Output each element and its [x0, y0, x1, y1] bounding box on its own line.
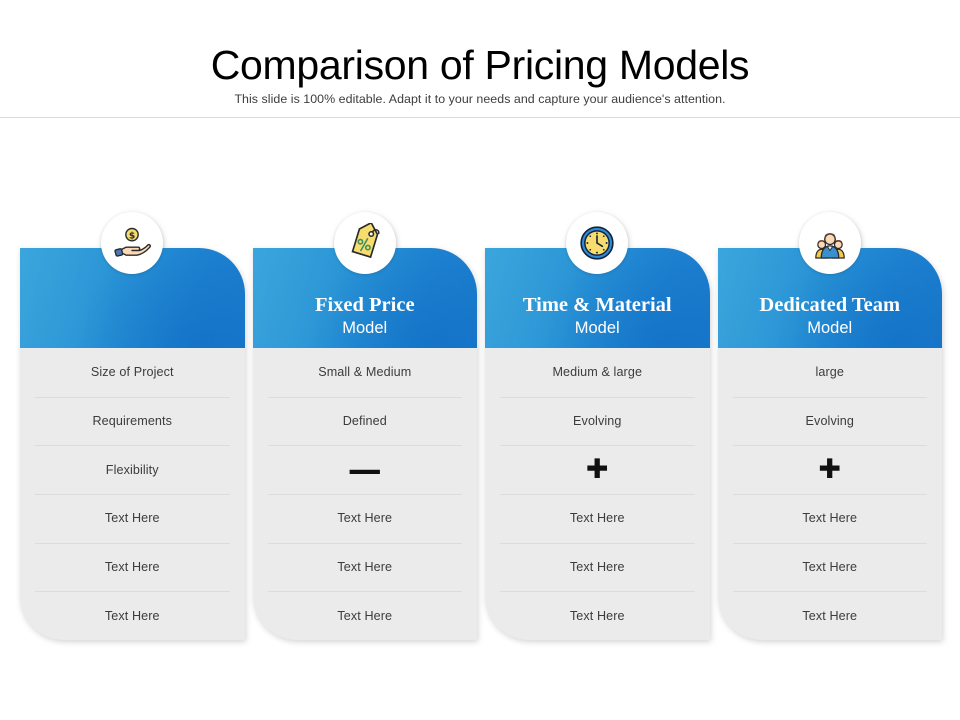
row-value: Size of Project	[90, 365, 174, 380]
plus-symbol: ✚	[585, 454, 609, 486]
table-row: Small & Medium	[265, 348, 466, 397]
table-row: Text Here	[497, 494, 698, 543]
card-title-wrap-3: Time & Material Model	[485, 294, 710, 339]
row-value: Text Here	[802, 511, 858, 526]
table-row: Text Here	[730, 494, 931, 543]
table-row: Text Here	[32, 494, 233, 543]
minus-symbol: —	[347, 449, 382, 490]
pricing-card-2[interactable]: Fixed Price Model Small & Medium Defined…	[252, 212, 478, 640]
row-value: Text Here	[337, 560, 393, 575]
card-title: Dedicated Team	[759, 294, 901, 317]
table-row: Text Here	[730, 591, 931, 640]
table-row: Text Here	[730, 542, 931, 592]
table-row: Text Here	[497, 591, 698, 640]
title-divider	[0, 117, 960, 118]
table-row: large	[730, 348, 931, 397]
svg-text:$: $	[129, 231, 135, 242]
row-value: Evolving	[573, 414, 622, 428]
card-body-2: Small & Medium Defined — Text Here Text …	[252, 348, 477, 640]
row-value: Text Here	[104, 608, 160, 623]
table-row: Text Here	[32, 591, 233, 640]
title-block: Comparison of Pricing Models This slide …	[0, 42, 960, 107]
card-body-1: Size of Project Requirements Flexibility…	[20, 348, 245, 640]
row-value: Small & Medium	[318, 365, 412, 380]
card-title-wrap-4: Dedicated Team Model	[718, 294, 943, 339]
table-row: Text Here	[265, 542, 466, 592]
row-value: Requirements	[92, 414, 173, 428]
card-title-wrap-1	[20, 338, 245, 339]
table-row: Text Here	[497, 542, 698, 592]
row-value: Defined	[342, 414, 387, 428]
row-value: Flexibility	[105, 462, 159, 477]
row-value: Text Here	[802, 608, 858, 623]
hand-coin-icon: $	[101, 212, 164, 274]
team-icon	[798, 212, 861, 274]
row-value: large	[815, 365, 844, 380]
table-row: Text Here	[265, 494, 466, 543]
row-value: Text Here	[802, 560, 858, 575]
table-row: Medium & large	[497, 348, 698, 397]
row-value: Text Here	[104, 511, 160, 526]
clock-icon	[566, 212, 629, 274]
table-row: Defined	[265, 396, 466, 446]
card-title: Fixed Price	[314, 294, 415, 317]
card-subtitle: Model	[807, 319, 853, 338]
card-body-3: Medium & large Evolving ✚ Text Here Text…	[485, 348, 710, 640]
row-value: Text Here	[104, 560, 160, 575]
table-row: Flexibility	[32, 445, 233, 494]
table-row: —	[265, 445, 466, 494]
table-row: Evolving	[497, 396, 698, 446]
card-body-4: large Evolving ✚ Text Here Text Here Tex…	[717, 348, 942, 640]
slide: Comparison of Pricing Models This slide …	[0, 0, 960, 720]
pricing-model-cards: $ Size of Project Requirements Flexibili…	[20, 212, 943, 640]
page-title: Comparison of Pricing Models	[210, 42, 750, 88]
card-subtitle: Model	[342, 319, 388, 338]
row-value: Text Here	[337, 608, 393, 623]
row-value: Text Here	[337, 511, 393, 526]
table-row: Requirements	[32, 396, 233, 446]
pricing-card-1[interactable]: $ Size of Project Requirements Flexibili…	[20, 212, 245, 640]
table-row: Text Here	[32, 542, 233, 592]
page-subtitle: This slide is 100% editable. Adapt it to…	[234, 92, 726, 107]
row-value: Medium & large	[552, 365, 643, 380]
plus-symbol: ✚	[818, 454, 842, 486]
row-value: Text Here	[569, 511, 625, 526]
pricing-card-3[interactable]: Time & Material Model Medium & large Evo…	[485, 212, 710, 640]
card-title-wrap-2: Fixed Price Model	[253, 294, 478, 339]
table-row: Text Here	[265, 591, 466, 640]
row-value: Evolving	[805, 414, 854, 428]
table-row: ✚	[497, 445, 698, 494]
pricing-card-4[interactable]: Dedicated Team Model large Evolving ✚ Te…	[717, 212, 943, 640]
card-subtitle: Model	[574, 319, 620, 338]
table-row: Size of Project	[32, 348, 233, 397]
table-row: Evolving	[730, 396, 931, 446]
table-row: ✚	[730, 445, 931, 494]
row-value: Text Here	[569, 560, 625, 575]
price-tag-icon	[333, 212, 396, 274]
card-title: Time & Material	[522, 294, 672, 317]
row-value: Text Here	[569, 608, 625, 623]
